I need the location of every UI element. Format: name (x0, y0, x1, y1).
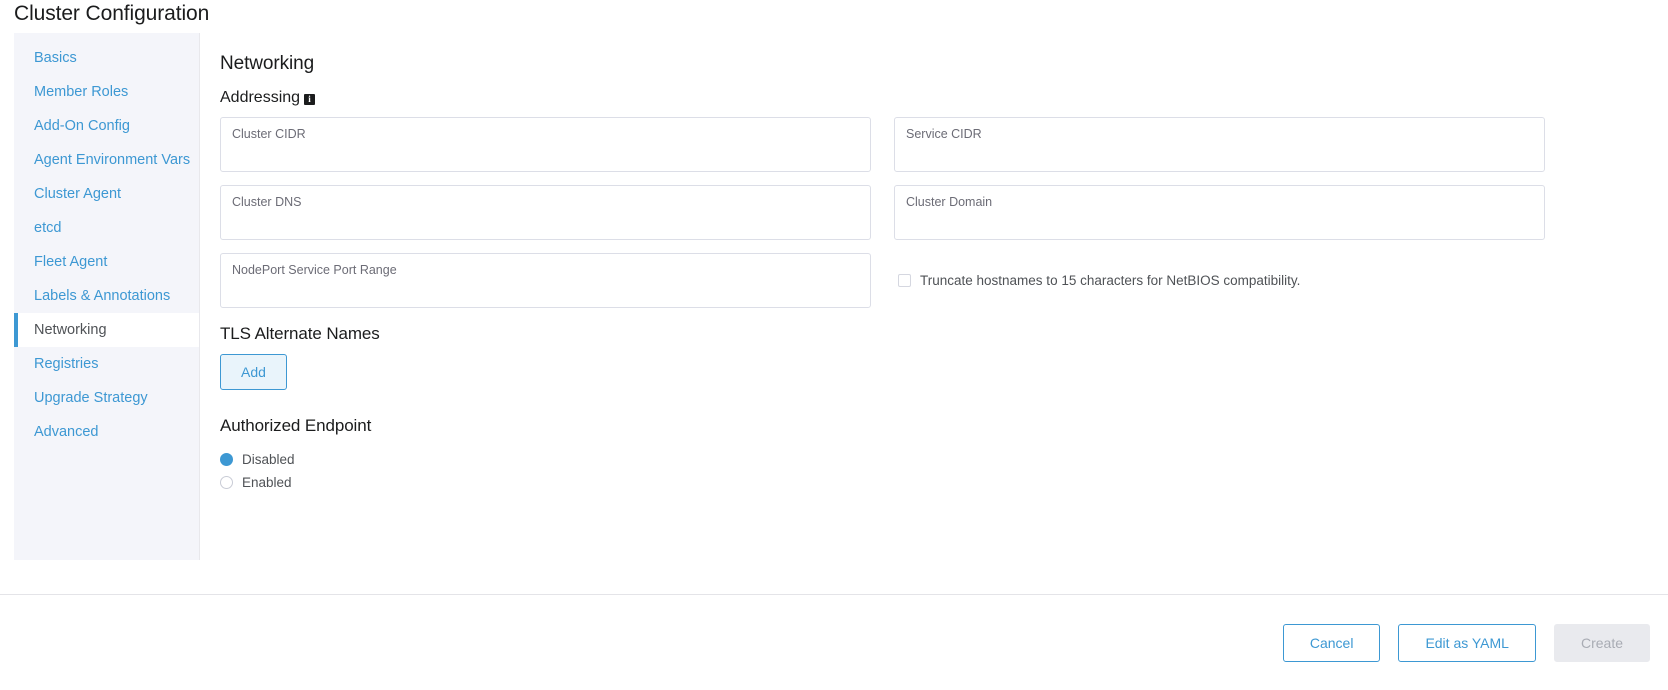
checkbox-icon[interactable] (898, 274, 911, 287)
info-icon[interactable]: i (304, 93, 316, 105)
cluster-cidr-value[interactable] (232, 142, 859, 160)
service-cidr-field[interactable]: Service CIDR (894, 117, 1545, 172)
truncate-hostnames-label: Truncate hostnames to 15 characters for … (920, 272, 1301, 288)
cluster-domain-field[interactable]: Cluster Domain (894, 185, 1545, 240)
sidebar-item-labels-annotations[interactable]: Labels & Annotations (14, 279, 199, 313)
sidebar-item-cluster-agent[interactable]: Cluster Agent (14, 177, 199, 211)
add-tls-name-button[interactable]: Add (220, 354, 287, 390)
radio-icon-disabled[interactable] (220, 453, 233, 466)
edit-as-yaml-button[interactable]: Edit as YAML (1398, 623, 1536, 662)
create-button[interactable]: Create (1553, 623, 1650, 662)
sidebar-item-member-roles[interactable]: Member Roles (14, 75, 199, 109)
section-title: Networking (220, 53, 315, 74)
nodeport-service-port-range-label: NodePort Service Port Range (232, 263, 397, 277)
cluster-cidr-field[interactable]: Cluster CIDR (220, 117, 871, 172)
cluster-dns-field[interactable]: Cluster DNS (220, 185, 871, 240)
sidebar-item-advanced[interactable]: Advanced (14, 415, 199, 449)
service-cidr-value[interactable] (906, 142, 1533, 160)
nodeport-service-port-range-field[interactable]: NodePort Service Port Range (220, 253, 871, 308)
cancel-button[interactable]: Cancel (1282, 623, 1381, 662)
authorized-endpoint-radio-group: Disabled Enabled (220, 448, 1644, 494)
sidebar-item-basics[interactable]: Basics (14, 41, 199, 75)
service-cidr-label: Service CIDR (906, 127, 982, 141)
truncate-hostnames-checkbox[interactable]: Truncate hostnames to 15 characters for … (898, 273, 1300, 289)
cluster-dns-label: Cluster DNS (232, 195, 302, 209)
truncate-hostnames-cell: Truncate hostnames to 15 characters for … (894, 253, 1545, 308)
sidebar-item-add-on-config[interactable]: Add-On Config (14, 109, 199, 143)
config-shell: Basics Member Roles Add-On Config Agent … (14, 33, 1668, 560)
sidebar-item-etcd[interactable]: etcd (14, 211, 199, 245)
authorized-endpoint-heading: Authorized Endpoint (220, 416, 372, 435)
sidebar-item-agent-environment-vars[interactable]: Agent Environment Vars (14, 143, 199, 177)
config-sidebar: Basics Member Roles Add-On Config Agent … (14, 33, 200, 560)
cluster-domain-label: Cluster Domain (906, 195, 993, 209)
sidebar-item-upgrade-strategy[interactable]: Upgrade Strategy (14, 381, 199, 415)
networking-panel: Networking Addressing i Cluster CIDR Ser… (200, 33, 1668, 560)
radio-label-disabled: Disabled (242, 451, 295, 467)
addressing-heading: Addressing i (220, 89, 1644, 107)
sidebar-item-fleet-agent[interactable]: Fleet Agent (14, 245, 199, 279)
radio-icon-enabled[interactable] (220, 476, 233, 489)
nodeport-service-port-range-value[interactable] (232, 278, 859, 296)
radio-option-disabled[interactable]: Disabled (220, 448, 1644, 471)
addressing-form: Cluster CIDR Service CIDR Cluster DNS Cl… (220, 117, 1644, 308)
radio-option-enabled[interactable]: Enabled (220, 471, 1644, 494)
cluster-domain-value[interactable] (906, 210, 1533, 228)
cluster-configuration-page: Cluster Configuration Basics Member Role… (0, 0, 1668, 690)
page-title: Cluster Configuration (14, 2, 210, 25)
tls-alternate-names-heading: TLS Alternate Names (220, 324, 380, 343)
addressing-label: Addressing (220, 89, 301, 106)
sidebar-item-networking[interactable]: Networking (14, 313, 199, 347)
cluster-dns-value[interactable] (232, 210, 859, 228)
radio-label-enabled: Enabled (242, 474, 292, 490)
cluster-cidr-label: Cluster CIDR (232, 127, 306, 141)
form-footer: Cancel Edit as YAML Create (0, 595, 1668, 690)
sidebar-item-registries[interactable]: Registries (14, 347, 199, 381)
